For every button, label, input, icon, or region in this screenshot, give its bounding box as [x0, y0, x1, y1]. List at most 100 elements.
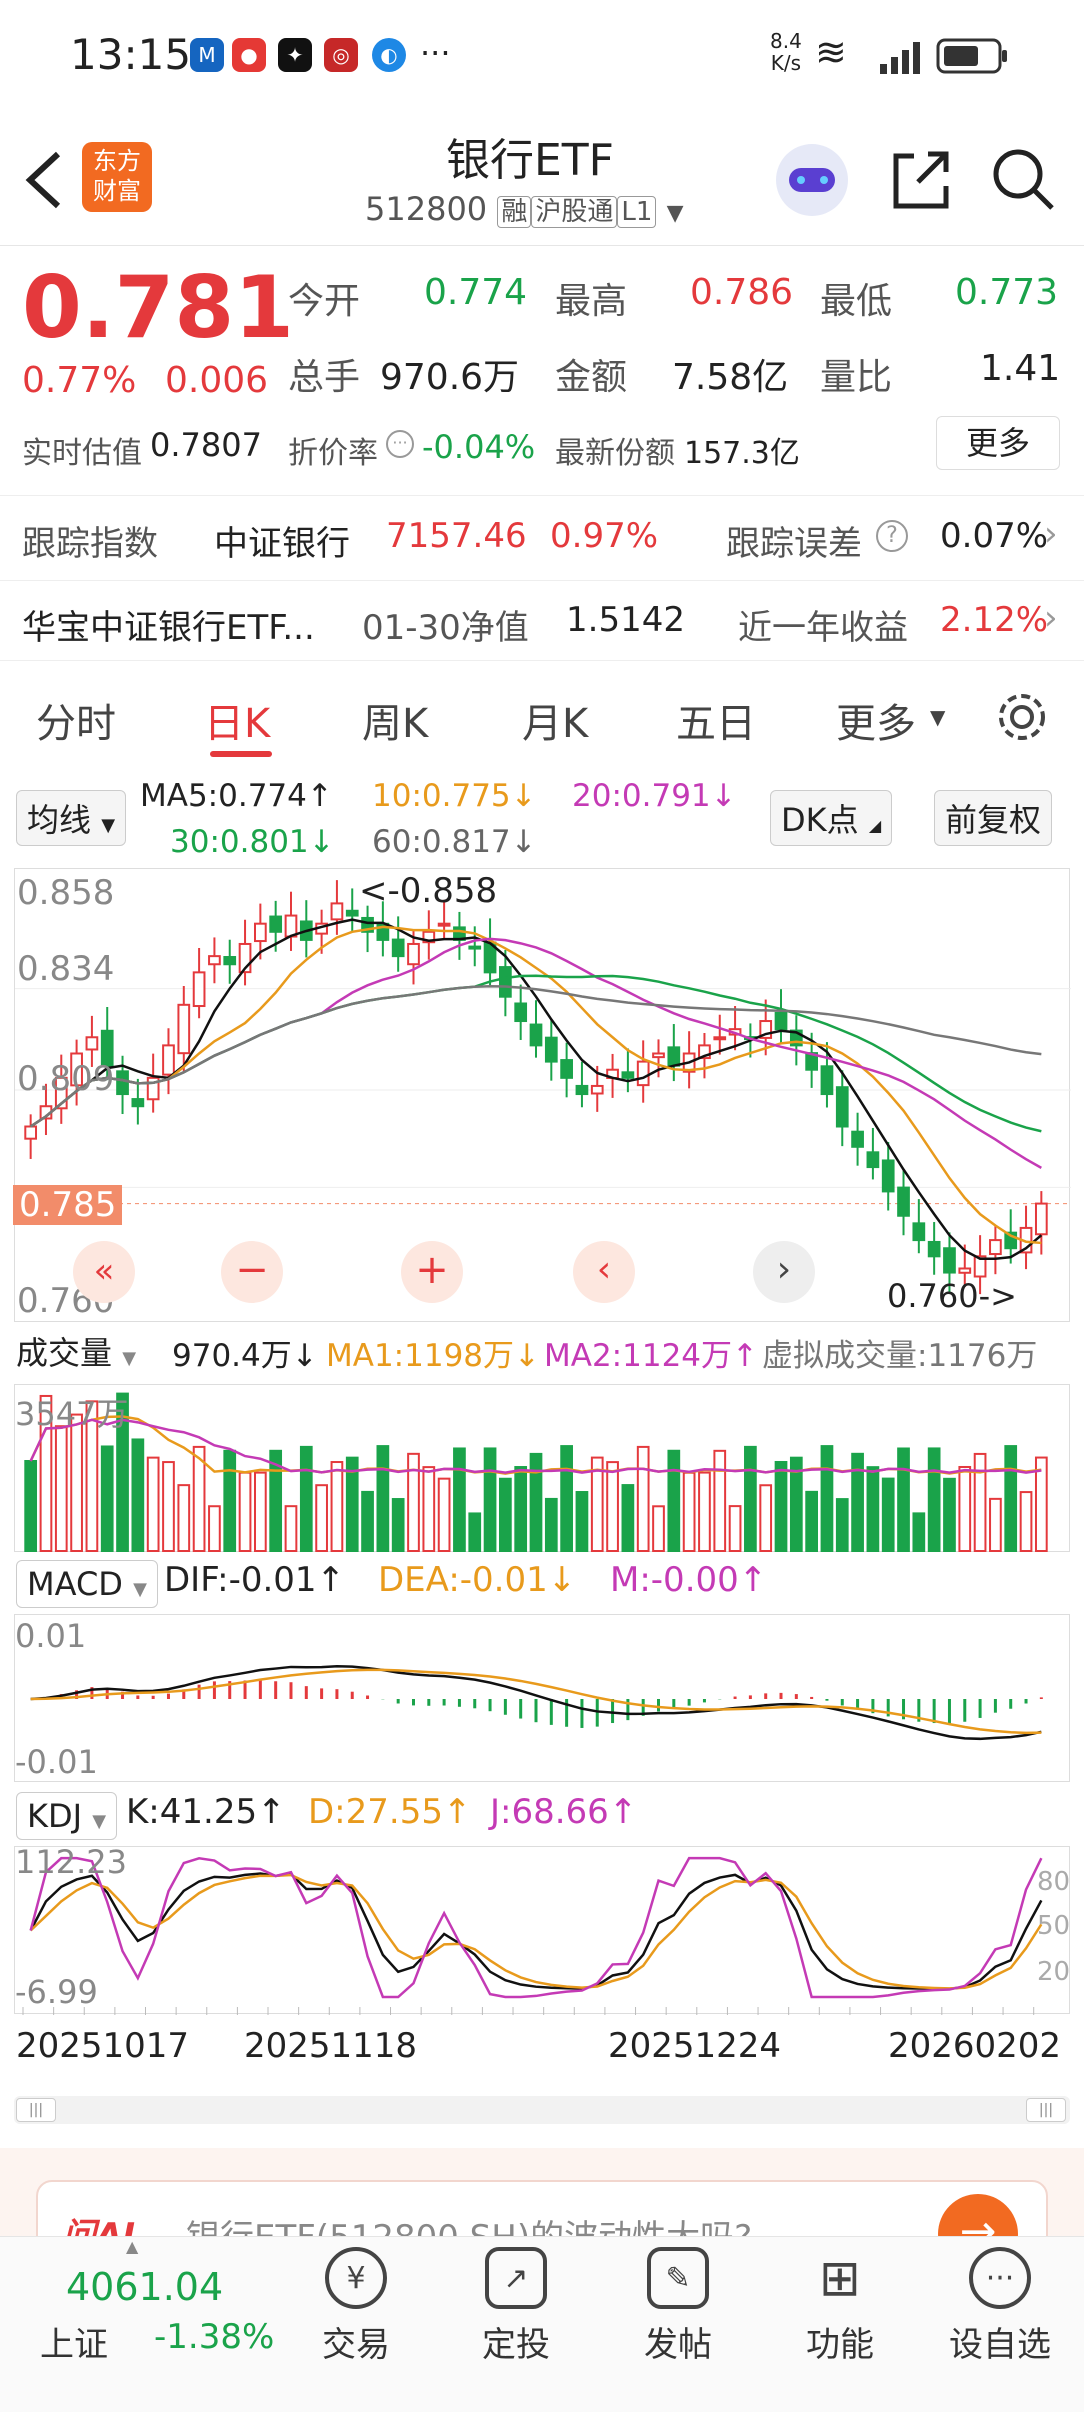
volume-bar [652, 1505, 665, 1552]
nav-post[interactable]: ✎ 发帖 [608, 2247, 748, 2366]
volume-indicator-select[interactable]: 成交量 ▼ [16, 1328, 137, 1374]
app-notification-icon: ◎ [324, 38, 358, 72]
scroll-right-button[interactable]: › [753, 1241, 815, 1303]
kdj-k: K:41.25↑ [126, 1792, 286, 1832]
volume-bar [805, 1490, 819, 1552]
open-value: 0.774 [424, 272, 528, 313]
info-icon[interactable]: ··· [386, 430, 414, 458]
ai-assistant-icon[interactable] [776, 144, 848, 216]
candle-body [208, 955, 221, 966]
scroll-left-button[interactable]: ‹ [573, 1241, 635, 1303]
timeline-scrollbar[interactable]: ||| ||| [14, 2096, 1070, 2124]
volume-bar [636, 1445, 650, 1552]
nav-trade[interactable]: ¥ 交易 [286, 2247, 426, 2366]
stock-code-row: 512800 融沪股通 L1 ▼ [365, 190, 684, 228]
kdj-indicator-select[interactable]: KDJ ▼ [16, 1792, 118, 1840]
date-label: 20251017 [16, 2026, 190, 2066]
settings-gear-icon[interactable] [994, 689, 1050, 745]
zoom-in-button[interactable]: + [401, 1241, 463, 1303]
indicator-select[interactable]: 均线 ▼ [16, 790, 127, 846]
kline-svg[interactable] [15, 869, 1071, 1323]
tracking-index-name[interactable]: 中证银行 [214, 516, 350, 565]
volume-bar [284, 1505, 298, 1552]
volume-bar [759, 1484, 773, 1552]
tab-intraday[interactable]: 分时 [36, 691, 116, 749]
low-marker: 0.760-> [887, 1277, 1017, 1315]
index-pct[interactable]: -1.38% [154, 2317, 274, 2357]
kdj-chart[interactable]: 112.23 -6.99 80 50 20 [14, 1843, 1070, 2015]
volume-axis-top: 3547万 [15, 1395, 129, 1433]
macd-chart[interactable]: 0.01 -0.01 [14, 1614, 1070, 1782]
volume-ratio-label: 量比 [820, 357, 893, 398]
volume-bar [774, 1460, 788, 1552]
candle-body [1034, 1202, 1048, 1236]
wifi-icon: ≋ [815, 30, 847, 74]
macd-dea: DEA:-0.01↓ [378, 1560, 577, 1600]
tab-five-day[interactable]: 五日 [676, 691, 756, 749]
candle-body [820, 1065, 834, 1096]
volume-bar [162, 1461, 175, 1552]
index-value[interactable]: 4061.04 [66, 2265, 223, 2309]
candle-body [514, 1002, 528, 1023]
chevron-right-icon[interactable]: › [1044, 598, 1058, 638]
index-name[interactable]: 上证 [40, 2317, 108, 2366]
tracking-error-label: 跟踪误差 [726, 524, 862, 564]
volume-bar [407, 1452, 420, 1552]
search-icon[interactable] [990, 146, 1056, 212]
macd-indicator-select[interactable]: MACD ▼ [16, 1560, 158, 1608]
candle-body [407, 942, 420, 966]
volume-ma2: MA2:1124万↑ [544, 1338, 758, 1374]
candle-body [943, 1247, 956, 1274]
candle-body [269, 915, 283, 933]
candle-body [253, 922, 267, 943]
back-icon[interactable] [22, 150, 66, 210]
more-button[interactable]: 更多 [936, 416, 1060, 470]
scroll-handle-right[interactable]: ||| [1026, 2098, 1066, 2122]
scroll-left-fast-button[interactable]: « [73, 1241, 135, 1303]
kline-chart[interactable]: 0.858 0.834 0.809 0.785 0.760 <-0.858 0.… [13, 868, 1071, 1323]
chevron-right-icon[interactable]: › [1044, 514, 1058, 554]
candle-body [468, 945, 482, 950]
ma20-value: 20:0.791↓ [572, 778, 737, 814]
macd-m: M:-0.00↑ [610, 1560, 768, 1600]
amount-label: 金额 [555, 357, 628, 398]
margin-tag: 融 [497, 196, 532, 228]
volume-bar [544, 1497, 558, 1552]
volume-bar [453, 1447, 466, 1552]
price-axis-top: 0.858 [17, 873, 115, 913]
zoom-out-button[interactable]: − [221, 1241, 283, 1303]
candle-body [851, 1130, 864, 1148]
candle-body [667, 1046, 681, 1067]
help-icon[interactable]: ? [876, 520, 908, 552]
dk-point-select[interactable]: DK点 ◢ [770, 790, 893, 846]
volume-bar [208, 1505, 221, 1553]
tab-daily-k[interactable]: 日K [204, 691, 270, 749]
candle-body [989, 1239, 1002, 1256]
volume-chart[interactable]: 3547万 [14, 1384, 1070, 1553]
volume-bar [223, 1449, 237, 1552]
adjust-mode-button[interactable]: 前复权 [934, 790, 1053, 846]
tab-monthly-k[interactable]: 月K [522, 691, 588, 749]
app-notification-icon: ● [232, 38, 266, 72]
volume-bar [560, 1445, 573, 1552]
ma-line [29, 918, 1043, 1261]
volume-bar [24, 1460, 38, 1552]
macd-axis-top: 0.01 [15, 1617, 87, 1655]
virtual-volume: 虚拟成交量:1176万 [762, 1338, 1038, 1374]
candle-body [223, 956, 237, 966]
share-icon[interactable] [888, 148, 952, 212]
battery-icon [936, 38, 1007, 74]
nav-functions[interactable]: ⊞ 功能 [770, 2247, 910, 2366]
tracking-label: 跟踪指数 [22, 524, 158, 564]
tab-weekly-k[interactable]: 周K [362, 691, 428, 749]
app-logo[interactable]: 东方 财富 [82, 142, 152, 212]
scroll-handle-left[interactable]: ||| [16, 2098, 56, 2122]
tab-more[interactable]: 更多 [836, 691, 916, 749]
kdj-axis-bottom: -6.99 [15, 1973, 98, 2011]
candle-body [881, 1159, 895, 1193]
nav-add-watchlist[interactable]: ··· 设自选 [930, 2247, 1070, 2366]
fund-name[interactable]: 华宝中证银行ETF... [22, 600, 315, 649]
nav-auto-invest[interactable]: ↗ 定投 [446, 2247, 586, 2366]
change-abs: 0.006 [165, 360, 269, 401]
nav-value: 1.5142 [566, 600, 685, 640]
